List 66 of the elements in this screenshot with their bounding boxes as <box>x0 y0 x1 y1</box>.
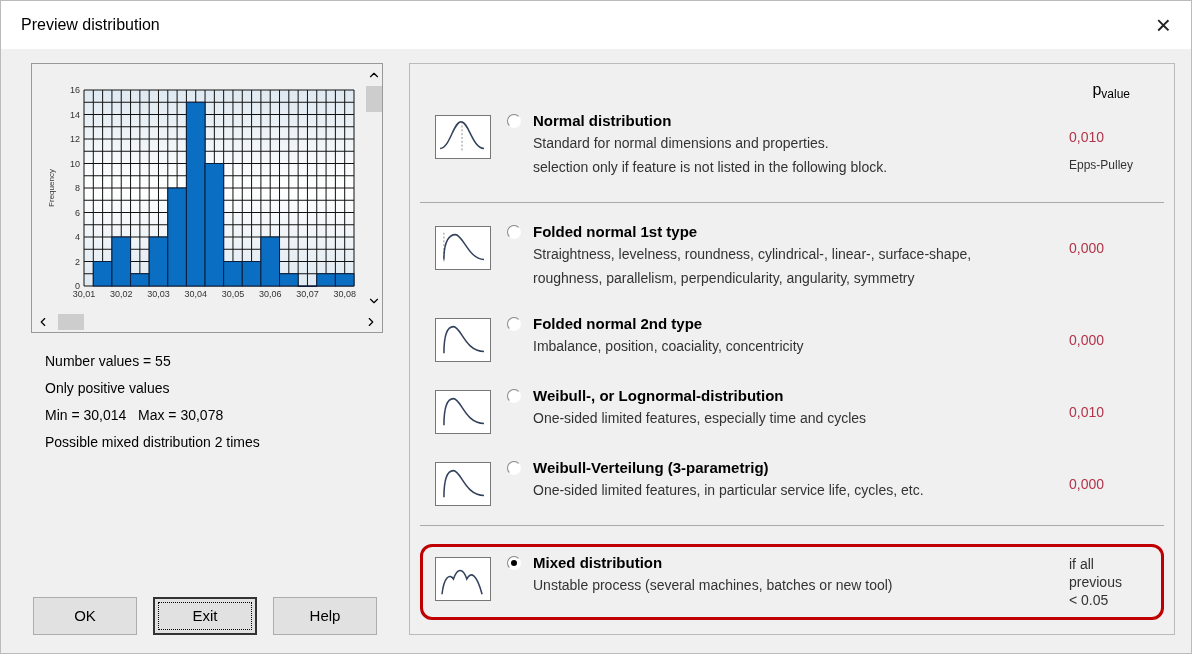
dialog-button[interactable]: OK <box>33 597 137 635</box>
radio-button[interactable] <box>507 114 521 128</box>
distribution-curve-icon <box>435 318 491 362</box>
option-description: roughness, parallelism, perpendicularity, angularity, symmetry <box>533 269 916 288</box>
x-tick-label: 30,05 <box>221 289 245 299</box>
p-value-note: if all <box>1069 555 1094 574</box>
histogram-bar <box>334 273 355 287</box>
p-value-note: previous <box>1069 573 1122 592</box>
y-tick-label: 12 <box>70 134 80 144</box>
dialog-button[interactable]: Exit <box>153 597 257 635</box>
distribution-curve-icon <box>435 390 491 434</box>
y-tick-label: 14 <box>70 109 80 120</box>
x-tick-label: 30,02 <box>110 289 133 299</box>
scroll-thumb[interactable] <box>366 86 382 112</box>
distribution-curve-icon <box>435 462 491 506</box>
distribution-curve-icon <box>435 557 491 601</box>
radio-button[interactable] <box>507 461 521 475</box>
p-value: 0,000 <box>1069 475 1105 494</box>
x-tick-label: 30,01 <box>72 289 96 299</box>
statistics-text: Only positive values <box>45 379 171 398</box>
x-tick-label: 30,03 <box>147 289 170 299</box>
option-description: One-sided limited features, in particular service life, cycles, etc. <box>533 481 924 500</box>
distribution-curve-icon <box>435 226 491 270</box>
option-title: Folded normal 2nd type <box>533 314 704 334</box>
p-value: 0,000 <box>1069 331 1105 350</box>
option-description: One-sided limited features, especially time and cycles <box>533 409 867 428</box>
p-value-note: < 0.05 <box>1069 591 1109 610</box>
statistics-text: Possible mixed distribution 2 times <box>45 433 261 452</box>
option-title: Normal distribution <box>533 111 673 131</box>
radio-button[interactable] <box>507 317 521 331</box>
test-name: Epps-Pulley <box>1069 157 1134 174</box>
y-tick-label: 0 <box>75 281 80 291</box>
statistics-text: Number values = 55 <box>45 352 172 371</box>
option-description: Straightness, levelness, roundness, cylindrical-, linear-, surface-shape, <box>533 245 972 264</box>
distribution-curve-icon <box>435 115 491 159</box>
p-value-header: p$_{value}$ <box>1092 80 1130 102</box>
window-title: Preview distribution <box>21 15 160 35</box>
y-tick-label: 8 <box>75 183 80 193</box>
scroll-thumb[interactable] <box>58 314 84 330</box>
x-tick-label: 30,04 <box>184 289 207 299</box>
radio-button[interactable] <box>507 225 521 239</box>
option-description: selection only if feature is not listed in the following block. <box>533 158 888 177</box>
x-tick-label: 30,07 <box>296 289 319 299</box>
y-axis-label: Frequency <box>47 169 56 207</box>
option-title: Weibull-Verteilung (3-parametrig) <box>533 458 770 478</box>
radio-button[interactable] <box>507 389 521 403</box>
y-tick-label: 16 <box>70 85 80 95</box>
option-title: Folded normal 1st type <box>533 222 699 242</box>
option-description: Unstable process (several machines, batches or new tool) <box>533 576 893 595</box>
option-title: Weibull-, or Lognormal-distribution <box>533 386 785 406</box>
dialog-button[interactable]: Help <box>273 597 377 635</box>
y-tick-label: 2 <box>75 256 80 267</box>
option-description: Imbalance, position, coaciality, concentricity <box>533 337 804 356</box>
p-value: 0,000 <box>1069 239 1105 258</box>
close-button[interactable]: × <box>1155 12 1171 38</box>
option-description: Standard for normal dimensions and properties. <box>533 134 830 153</box>
y-tick-label: 6 <box>75 207 80 218</box>
y-tick-label: 10 <box>70 158 80 169</box>
statistics-text: Min = 30,014 Max = 30,078 <box>45 406 225 425</box>
option-title: Mixed distribution <box>533 553 664 573</box>
y-tick-label: 4 <box>75 232 80 242</box>
radio-button[interactable] <box>507 556 521 570</box>
p-value: 0,010 <box>1069 128 1105 147</box>
p-value: 0,010 <box>1069 403 1105 422</box>
x-tick-label: 30,06 <box>258 289 282 299</box>
x-tick-label: 30,08 <box>333 289 356 299</box>
